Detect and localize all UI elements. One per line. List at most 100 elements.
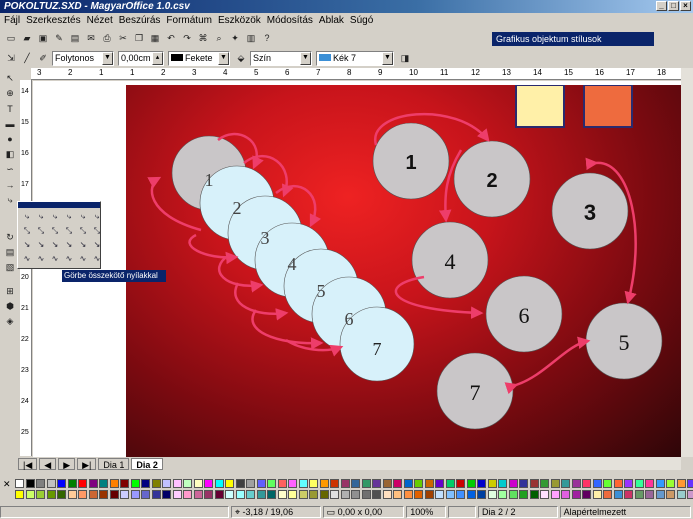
- palette-swatch[interactable]: [141, 479, 150, 488]
- palette-swatch[interactable]: [256, 479, 266, 488]
- navigator-icon[interactable]: ✦: [228, 31, 242, 45]
- palette-swatch[interactable]: [36, 490, 45, 499]
- curved-connector-icon[interactable]: ∿: [77, 253, 89, 265]
- palette-swatch[interactable]: [214, 479, 224, 488]
- style-panel-header[interactable]: Grafikus objektum stílusok: [492, 32, 654, 46]
- palette-swatch[interactable]: [603, 490, 612, 499]
- connector-icon[interactable]: ⤷: [91, 211, 103, 223]
- connector-icon[interactable]: ⤷: [3, 194, 17, 207]
- palette-swatch[interactable]: [529, 490, 539, 499]
- palette-swatch[interactable]: [204, 479, 213, 488]
- connector-icon[interactable]: ⤷: [49, 211, 61, 223]
- palette-swatch[interactable]: [372, 490, 381, 499]
- insert-icon[interactable]: ⊞: [3, 284, 17, 297]
- straight-connector-icon[interactable]: ⤡: [91, 225, 103, 237]
- palette-swatch[interactable]: [130, 479, 140, 488]
- palette-swatch[interactable]: [477, 479, 486, 488]
- palette-swatch[interactable]: [424, 490, 434, 499]
- line-color-select[interactable]: Fekete ▼: [168, 50, 230, 66]
- palette-swatch[interactable]: [330, 490, 339, 499]
- rotate-icon[interactable]: ↻: [3, 231, 17, 244]
- palette-swatch[interactable]: [225, 479, 234, 488]
- palette-swatch[interactable]: [246, 490, 255, 499]
- palette-swatch[interactable]: [361, 479, 371, 488]
- palette-swatch[interactable]: [225, 490, 234, 499]
- palette-swatch[interactable]: [550, 479, 560, 488]
- chevron-down-icon[interactable]: ▼: [218, 51, 229, 65]
- palette-swatch[interactable]: [487, 479, 497, 488]
- palette-swatch[interactable]: [57, 490, 66, 499]
- palette-swatch[interactable]: [382, 479, 392, 488]
- palette-swatch[interactable]: [309, 490, 318, 499]
- palette-swatch[interactable]: [36, 479, 45, 488]
- palette-swatch[interactable]: [193, 490, 203, 499]
- palette-swatch[interactable]: [288, 479, 297, 488]
- palette-swatch[interactable]: [46, 479, 56, 488]
- palette-swatch[interactable]: [592, 479, 602, 488]
- status-zoom[interactable]: 100%: [406, 506, 447, 518]
- palette-swatch[interactable]: [676, 490, 686, 499]
- palette-swatch[interactable]: [88, 490, 98, 499]
- chevron-down-icon[interactable]: ▼: [382, 51, 393, 65]
- nav-last-icon[interactable]: ▶|: [77, 457, 97, 470]
- palette-swatch[interactable]: [624, 490, 633, 499]
- palette-swatch[interactable]: [561, 490, 570, 499]
- arrange-icon[interactable]: ▧: [3, 261, 17, 274]
- menu-edit[interactable]: Szerkesztés: [26, 15, 80, 26]
- palette-swatch[interactable]: [151, 479, 161, 488]
- palette-swatch[interactable]: [508, 479, 518, 488]
- line-style-select[interactable]: Folytonos ▼: [52, 50, 114, 66]
- curve-icon[interactable]: ∽: [3, 163, 17, 176]
- palette-swatch[interactable]: [298, 490, 308, 499]
- rectangle-icon[interactable]: ▬: [3, 118, 17, 131]
- line-connector-icon[interactable]: ↘: [35, 239, 47, 251]
- area-color-select[interactable]: Kék 7 ▼: [316, 50, 394, 66]
- palette-swatch[interactable]: [130, 490, 140, 499]
- chevron-down-icon[interactable]: ▼: [102, 51, 113, 65]
- menu-file[interactable]: Fájl: [4, 15, 20, 26]
- palette-swatch[interactable]: [78, 479, 87, 488]
- palette-swatch[interactable]: [487, 490, 497, 499]
- nav-prev-icon[interactable]: ◀: [39, 457, 57, 470]
- menu-format[interactable]: Formátum: [166, 15, 212, 26]
- palette-swatch[interactable]: [340, 479, 350, 488]
- hyperlink-icon[interactable]: ⌘: [196, 31, 210, 45]
- palette-swatch[interactable]: [109, 490, 119, 499]
- palette-swatch[interactable]: [277, 490, 287, 499]
- palette-swatch[interactable]: [613, 490, 623, 499]
- line-connector-icon[interactable]: ↘: [91, 239, 103, 251]
- gallery-icon[interactable]: ▥: [244, 31, 258, 45]
- palette-swatch[interactable]: [372, 479, 381, 488]
- undo-icon[interactable]: ↶: [164, 31, 178, 45]
- line-connector-icon[interactable]: ↘: [63, 239, 75, 251]
- palette-swatch[interactable]: [319, 479, 329, 488]
- palette-swatch[interactable]: [571, 479, 581, 488]
- 3d-object-icon[interactable]: ◈: [3, 315, 17, 328]
- palette-swatch[interactable]: [351, 490, 360, 499]
- palette-swatch[interactable]: [445, 490, 455, 499]
- palette-swatch[interactable]: [424, 479, 434, 488]
- palette-swatch[interactable]: [477, 490, 486, 499]
- no-fill-icon[interactable]: ✕: [3, 479, 11, 490]
- maximize-icon[interactable]: □: [668, 1, 679, 11]
- palette-swatch[interactable]: [676, 479, 686, 488]
- palette-swatch[interactable]: [151, 490, 161, 499]
- menu-tools[interactable]: Eszközök: [218, 15, 261, 26]
- zoom-icon[interactable]: ⌕: [212, 31, 226, 45]
- palette-swatch[interactable]: [361, 490, 371, 499]
- palette-swatch[interactable]: [393, 490, 402, 499]
- palette-swatch[interactable]: [78, 490, 87, 499]
- area-fill-icon[interactable]: ⬙: [234, 51, 248, 65]
- palette-swatch[interactable]: [214, 490, 224, 499]
- palette-swatch[interactable]: [256, 490, 266, 499]
- paste-icon[interactable]: ▦: [148, 31, 162, 45]
- copy-icon[interactable]: ❐: [132, 31, 146, 45]
- palette-swatch[interactable]: [15, 490, 24, 499]
- palette-swatch[interactable]: [298, 479, 308, 488]
- palette-swatch[interactable]: [319, 490, 329, 499]
- palette-swatch[interactable]: [435, 479, 444, 488]
- export-pdf-icon[interactable]: ▤: [68, 31, 82, 45]
- palette-swatch[interactable]: [235, 479, 245, 488]
- palette-swatch[interactable]: [687, 479, 693, 488]
- palette-swatch[interactable]: [414, 479, 423, 488]
